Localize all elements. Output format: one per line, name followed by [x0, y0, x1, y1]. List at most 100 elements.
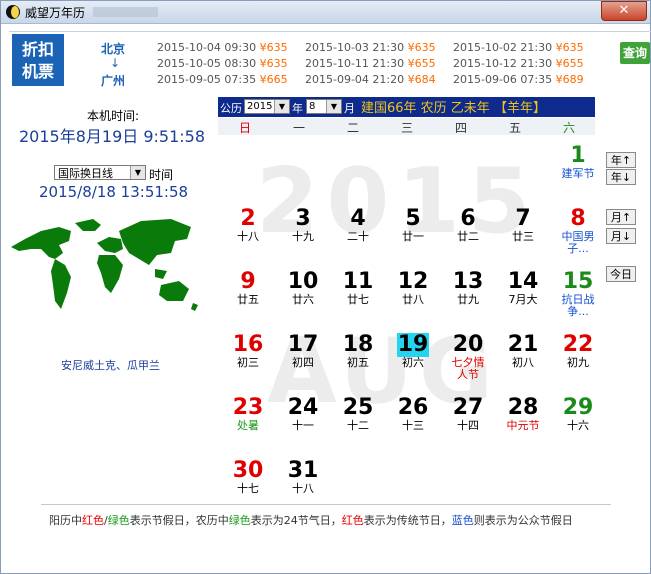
calendar-day[interactable]: 4 二十 [331, 207, 385, 243]
chevron-down-icon[interactable]: ▼ [326, 100, 341, 113]
local-time: 2015年8月19日 9:51:58 [19, 127, 206, 146]
calendar-day[interactable]: 11 廿七 [331, 270, 385, 306]
calendar-day[interactable]: 20 七夕情人节 [441, 333, 495, 381]
weekday-label: 六 [562, 121, 575, 135]
legend-text: 红色 [82, 514, 104, 527]
day-number: 4 [350, 206, 366, 231]
calendar-day[interactable]: 16 初三 [221, 333, 275, 369]
fare-datetime: 2015-10-02 21:30 [453, 41, 556, 54]
day-number: 22 [562, 332, 594, 357]
calendar-day[interactable]: 10 廿六 [276, 270, 330, 306]
day-number: 30 [232, 458, 264, 483]
calendar-day[interactable]: 1 建军节 [551, 144, 605, 180]
local-time-label: 本机时间: [87, 109, 140, 123]
day-subtext: 中国男子... [561, 230, 595, 255]
calendar-day[interactable]: 26 十三 [386, 396, 440, 432]
calendar-day[interactable]: 5 廿一 [386, 207, 440, 243]
day-subtext: 十七 [237, 482, 259, 495]
fare-item[interactable]: 2015-10-12 21:30 ¥655 [453, 57, 584, 70]
prev-month-button[interactable]: 月↑ [606, 209, 636, 225]
calendar-day[interactable]: 21 初八 [496, 333, 550, 369]
fare-item[interactable]: 2015-09-05 07:35 ¥665 [157, 73, 288, 86]
calendar-day[interactable]: 18 初五 [331, 333, 385, 369]
year-label: 年 [292, 102, 303, 115]
calendar-day[interactable]: 29 十六 [551, 396, 605, 432]
day-subtext: 二十 [347, 230, 369, 243]
legend-text: 表示为24节气日， [250, 514, 342, 527]
calendar-day[interactable]: 12 廿八 [386, 270, 440, 306]
calendar-day[interactable]: 7 廿三 [496, 207, 550, 243]
day-subtext: 初四 [292, 356, 314, 369]
to-city[interactable]: 广州 [101, 72, 125, 89]
calendar-day[interactable]: 22 初九 [551, 333, 605, 369]
fare-price: ¥635 [555, 41, 584, 54]
weekday-label: 日 [238, 121, 251, 135]
day-subtext: 建军节 [561, 167, 595, 180]
day-subtext: 7月大 [508, 293, 538, 306]
calendar-day[interactable]: 30 十七 [221, 459, 275, 495]
prev-year-button[interactable]: 年↑ [606, 152, 636, 168]
fare-item[interactable]: 2015-10-04 09:30 ¥635 [157, 41, 288, 54]
fare-item[interactable]: 2015-10-11 21:30 ¥655 [305, 57, 436, 70]
fare-item[interactable]: 2015-09-06 07:35 ¥689 [453, 73, 584, 86]
fare-price: ¥665 [259, 73, 288, 86]
legend-text: 绿色 [228, 514, 251, 527]
fare-item[interactable]: 2015-10-03 21:30 ¥635 [305, 41, 436, 54]
calendar-day[interactable]: 8 中国男子... [551, 207, 605, 255]
fare-price: ¥635 [259, 41, 288, 54]
world-map-icon[interactable] [11, 209, 201, 329]
calendar-day[interactable]: 28 中元节 [496, 396, 550, 432]
day-number: 6 [460, 206, 476, 231]
from-city[interactable]: 北京 [101, 40, 125, 57]
day-number: 21 [507, 332, 539, 357]
fare-price: ¥655 [407, 57, 436, 70]
day-number: 15 [562, 269, 594, 294]
calendar-day[interactable]: 9 廿五 [221, 270, 275, 306]
fare-item[interactable]: 2015-10-02 21:30 ¥635 [453, 41, 584, 54]
calendar-day[interactable]: 23 处暑 [221, 396, 275, 432]
day-subtext: 中元节 [506, 419, 540, 432]
calendar-day[interactable]: 19 初六 [386, 333, 440, 369]
day-number: 17 [287, 332, 319, 357]
next-year-button[interactable]: 年↓ [606, 169, 636, 185]
day-subtext: 廿二 [457, 230, 479, 243]
calendar-day[interactable]: 17 初四 [276, 333, 330, 369]
calendar-day[interactable]: 25 十二 [331, 396, 385, 432]
calendar-day[interactable]: 31 十八 [276, 459, 330, 495]
timezone-select[interactable]: 国际换日线 ▼ [54, 165, 146, 180]
calendar-day[interactable]: 15 抗日战争... [551, 270, 605, 318]
day-subtext: 廿三 [512, 230, 534, 243]
discount-ticket-button[interactable]: 折扣 机票 [12, 34, 64, 86]
fare-item[interactable]: 2015-09-04 21:20 ¥684 [305, 73, 436, 86]
close-button[interactable]: ✕ [601, 1, 647, 21]
title-placeholder [93, 7, 158, 17]
calendar-day[interactable]: 3 十九 [276, 207, 330, 243]
query-button[interactable]: 查询 [620, 42, 650, 64]
fare-item[interactable]: 2015-10-05 08:30 ¥635 [157, 57, 288, 70]
day-subtext: 十四 [457, 419, 479, 432]
fare-datetime: 2015-10-03 21:30 [305, 41, 408, 54]
day-subtext: 廿九 [457, 293, 479, 306]
day-number: 5 [405, 206, 421, 231]
calendar-day[interactable]: 2 十八 [221, 207, 275, 243]
today-button[interactable]: 今日 [606, 266, 636, 282]
year-value: 2015 [247, 101, 273, 112]
day-subtext: 廿五 [237, 293, 259, 306]
year-select[interactable]: 2015 ▼ [244, 99, 290, 114]
timezone-time-label: 时间 [149, 168, 174, 182]
legend-text: 红色 [341, 514, 364, 527]
chevron-down-icon[interactable]: ▼ [274, 100, 289, 113]
next-month-button[interactable]: 月↓ [606, 228, 636, 244]
route-arrow: ↓ [110, 56, 121, 70]
ticket-label-line1: 折扣 [21, 40, 54, 59]
legend-text: 阳历中 [49, 514, 82, 527]
day-subtext: 十二 [347, 419, 369, 432]
month-select[interactable]: 8 ▼ [306, 99, 342, 114]
calendar-day[interactable]: 13 廿九 [441, 270, 495, 306]
calendar-day[interactable]: 24 十一 [276, 396, 330, 432]
chevron-down-icon[interactable]: ▼ [130, 166, 145, 179]
day-subtext: 廿一 [402, 230, 424, 243]
calendar-day[interactable]: 6 廿二 [441, 207, 495, 243]
calendar-day[interactable]: 14 7月大 [496, 270, 550, 306]
calendar-day[interactable]: 27 十四 [441, 396, 495, 432]
